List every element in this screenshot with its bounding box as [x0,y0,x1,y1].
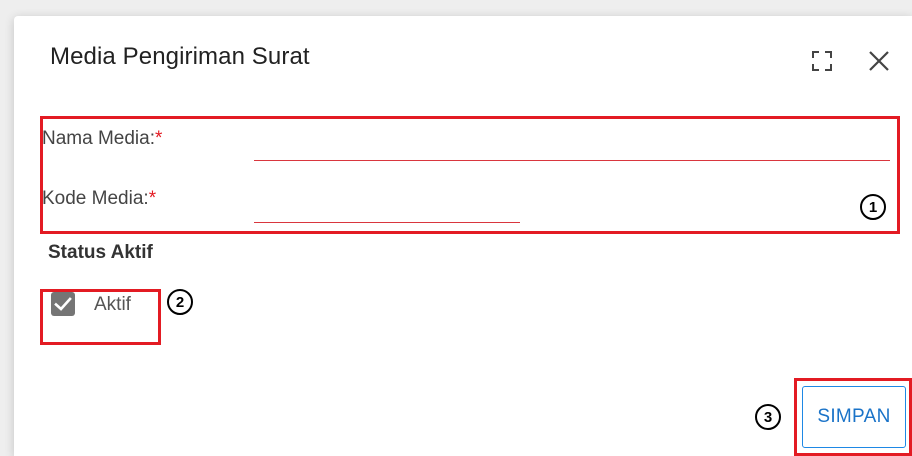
nama-media-input[interactable] [254,140,890,161]
kode-media-label: Kode Media:* [42,188,157,209]
aktif-checkbox-label[interactable]: Aktif [94,294,131,316]
required-mark: * [148,188,157,209]
status-aktif-heading: Status Aktif [48,242,153,263]
required-mark: * [155,128,163,149]
dialog-title: Media Pengiriman Surat [50,43,310,70]
annotation-marker-2: 2 [167,289,193,315]
annotation-marker-3: 3 [755,404,781,430]
aktif-checkbox[interactable] [51,292,75,316]
close-icon[interactable] [867,49,891,73]
media-pengiriman-dialog: Media Pengiriman Surat Nama Media:* Kode… [14,16,912,456]
kode-media-input[interactable] [254,202,520,223]
annotation-marker-1: 1 [860,194,886,220]
checkmark-icon [54,297,72,311]
nama-media-label: Nama Media:* [42,128,163,149]
maximize-icon[interactable] [811,50,833,72]
simpan-button[interactable]: SIMPAN [802,386,906,448]
